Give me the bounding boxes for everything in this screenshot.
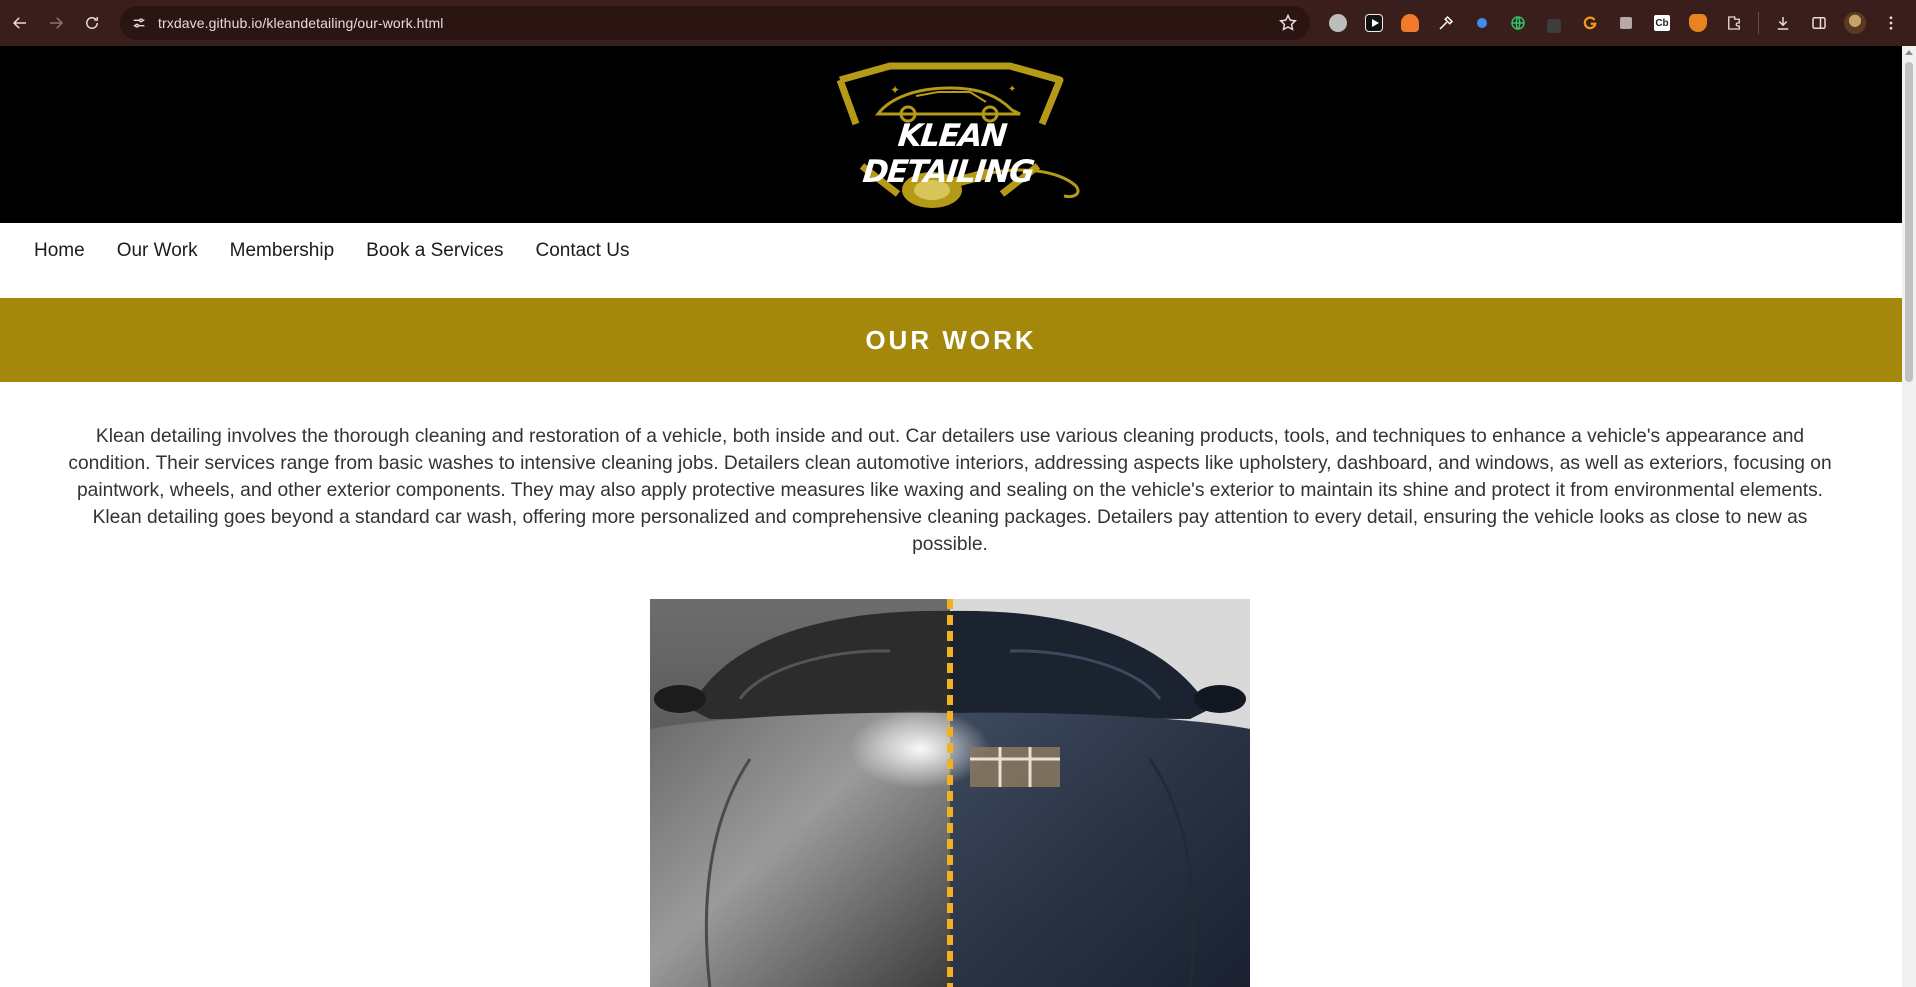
fox-icon[interactable] <box>1392 5 1428 41</box>
blue-dot-icon[interactable] <box>1464 5 1500 41</box>
forward-button[interactable] <box>38 5 74 41</box>
avatar[interactable] <box>1837 5 1873 41</box>
intro-paragraph: Klean detailing involves the thorough cl… <box>68 426 1832 555</box>
youtube-icon[interactable] <box>1356 5 1392 41</box>
orange-g-icon[interactable] <box>1572 5 1608 41</box>
main-nav: Home Our Work Membership Book a Services… <box>18 223 1881 278</box>
extensions-bar: Cb <box>1320 5 1909 41</box>
tune-icon[interactable] <box>126 10 152 36</box>
web-page: ✦ ✦ KLEAN DETAILING Home Our Work Member… <box>0 46 1902 987</box>
globe-green-icon[interactable] <box>1500 5 1536 41</box>
scroll-up-icon[interactable] <box>1905 50 1913 55</box>
extensions-icon[interactable] <box>1716 5 1752 41</box>
toolbar-divider <box>1758 12 1759 34</box>
grammarly-icon[interactable] <box>1320 5 1356 41</box>
kebab-menu-icon[interactable] <box>1873 5 1909 41</box>
url-text[interactable]: trxdave.github.io/kleandetailing/our-wor… <box>158 15 444 31</box>
nav-link-membership[interactable]: Membership <box>230 240 335 262</box>
nav-link-contact-us[interactable]: Contact Us <box>535 240 629 262</box>
logo-text: KLEAN DETAILING <box>861 118 1036 190</box>
dark-ext-icon[interactable] <box>1536 5 1572 41</box>
nav-link-book-services[interactable]: Book a Services <box>366 240 503 262</box>
eyedropper-icon[interactable] <box>1428 5 1464 41</box>
before-after-car-hood-image <box>650 599 1250 987</box>
scrollbar-thumb[interactable] <box>1905 62 1913 382</box>
site-header: ✦ ✦ KLEAN DETAILING <box>0 46 1902 223</box>
browser-toolbar: trxdave.github.io/kleandetailing/our-wor… <box>0 0 1916 46</box>
download-icon[interactable] <box>1765 5 1801 41</box>
svg-text:✦: ✦ <box>890 83 900 97</box>
star-icon[interactable] <box>1278 13 1298 33</box>
side-panel-icon[interactable] <box>1801 5 1837 41</box>
svg-text:✦: ✦ <box>1008 84 1016 95</box>
page-scrollbar[interactable] <box>1902 46 1916 987</box>
page-title: OUR WORK <box>865 324 1037 355</box>
puzzle-ext-icon[interactable] <box>1608 5 1644 41</box>
page-banner: OUR WORK <box>0 298 1902 382</box>
metamask-icon[interactable] <box>1680 5 1716 41</box>
site-logo[interactable]: ✦ ✦ KLEAN DETAILING <box>820 62 1080 216</box>
address-bar[interactable]: trxdave.github.io/kleandetailing/our-wor… <box>120 6 1310 40</box>
cb-icon[interactable]: Cb <box>1644 5 1680 41</box>
back-button[interactable] <box>2 5 38 41</box>
nav-link-home[interactable]: Home <box>34 240 85 262</box>
nav-link-our-work[interactable]: Our Work <box>117 240 198 262</box>
reload-button[interactable] <box>74 5 110 41</box>
